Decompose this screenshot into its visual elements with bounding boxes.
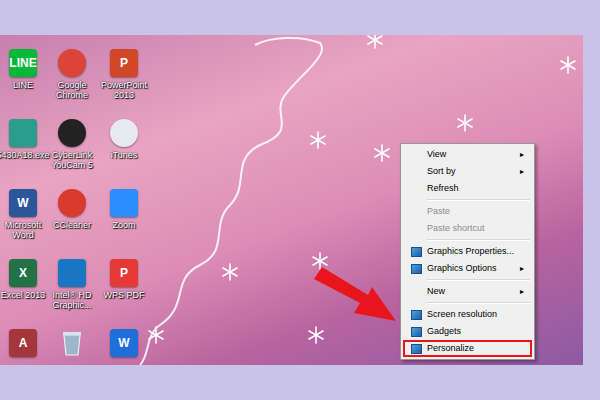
recycle-bin-icon (58, 329, 86, 357)
menu-item-icon (411, 247, 422, 257)
menu-item[interactable]: New▸ (403, 283, 532, 300)
menu-item-icon (411, 344, 422, 354)
desktop-icon[interactable]: LINELINE (0, 49, 46, 119)
desktop-icon[interactable]: CyberLink YouCam 5 (46, 119, 98, 189)
desktop-icon[interactable]: Intel® HD Graphic... (46, 259, 98, 329)
desktop-icon[interactable] (46, 329, 98, 365)
menu-item-icon (411, 264, 422, 274)
snowflake-icon (559, 56, 577, 74)
menu-item[interactable]: Graphics Options▸ (403, 260, 532, 277)
menu-item-icon (411, 310, 422, 320)
app-icon (58, 119, 86, 147)
menu-separator (427, 239, 530, 241)
app-icon: P (110, 49, 138, 77)
context-menu: View▸Sort by▸Refresh PastePaste shortcut G… (400, 143, 535, 360)
app-icon: W (110, 329, 138, 357)
app-icon (58, 49, 86, 77)
snowflake-icon (309, 131, 327, 149)
desktop-icon[interactable]: A (0, 329, 46, 365)
app-icon: P (110, 259, 138, 287)
desktop-icon[interactable]: iTunes (98, 119, 150, 189)
snowflake-icon (221, 263, 239, 281)
snowflake-icon (147, 326, 165, 344)
desktop-icon[interactable]: Google Chrome (46, 49, 98, 119)
desktop-icon[interactable]: XExcel 2013 (0, 259, 46, 329)
desktop-icon[interactable]: W (98, 329, 150, 365)
menu-item[interactable]: Gadgets (403, 323, 532, 340)
desktop-icon[interactable]: CCleaner (46, 189, 98, 259)
screenshot-frame: LINELINEGoogle ChromePPowerPoint 2013 543… (0, 0, 600, 400)
snowflake-icon (311, 252, 329, 270)
menu-item[interactable]: Sort by▸ (403, 163, 532, 180)
menu-item[interactable]: Screen resolution (403, 306, 532, 323)
desktop-icon[interactable]: PPowerPoint 2013 (98, 49, 150, 119)
app-icon: LINE (9, 49, 37, 77)
menu-separator (427, 279, 530, 281)
snowflake-icon (366, 35, 384, 49)
desktop-icon[interactable]: PWPS PDF (98, 259, 150, 329)
menu-item[interactable]: View▸ (403, 146, 532, 163)
app-icon (110, 189, 138, 217)
menu-item[interactable]: Graphics Properties... (403, 243, 532, 260)
red-arrow-icon (310, 265, 400, 325)
app-icon: A (9, 329, 37, 357)
menu-item-icon (411, 327, 422, 337)
menu-item[interactable]: Paste (403, 203, 532, 220)
desktop-icon[interactable]: 5430A18.exe (0, 119, 46, 189)
snowflake-icon (456, 114, 474, 132)
desktop: LINELINEGoogle ChromePPowerPoint 2013 543… (0, 35, 583, 365)
app-icon: X (9, 259, 37, 287)
snowflake-icon (373, 144, 391, 162)
app-icon (58, 189, 86, 217)
desktop-icons: LINELINEGoogle ChromePPowerPoint 2013 543… (0, 35, 150, 365)
desktop-icon[interactable]: WMicrosoft Word (0, 189, 46, 259)
menu-separator (427, 199, 530, 201)
app-icon (110, 119, 138, 147)
snowflake-icon (307, 326, 325, 344)
menu-item[interactable]: Refresh (403, 180, 532, 197)
app-icon (58, 259, 86, 287)
app-icon (9, 119, 37, 147)
app-icon: W (9, 189, 37, 217)
menu-item[interactable]: Paste shortcut (403, 220, 532, 237)
desktop-icon[interactable]: Zoom (98, 189, 150, 259)
menu-separator (427, 302, 530, 304)
menu-item[interactable]: Personalize (403, 340, 532, 357)
